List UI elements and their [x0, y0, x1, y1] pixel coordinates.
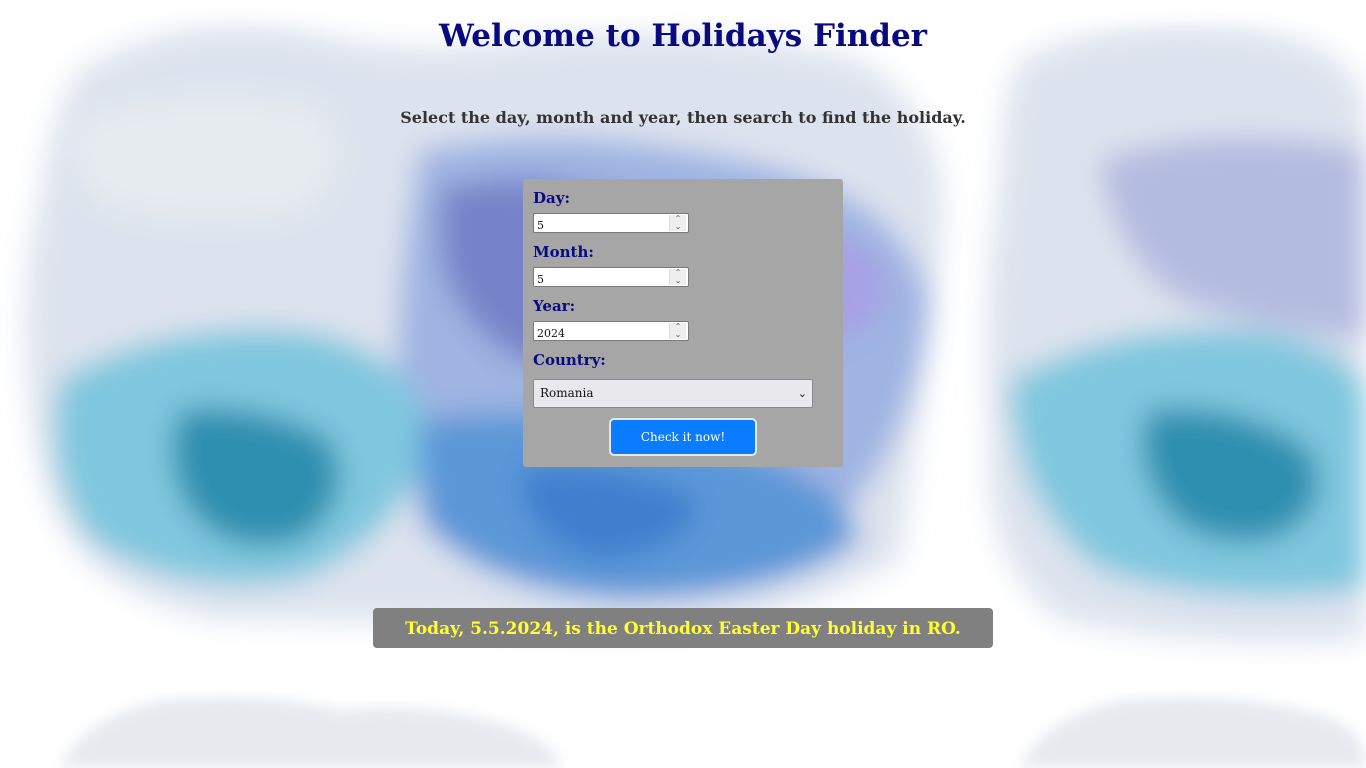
check-it-now-button[interactable]: Check it now!	[609, 418, 757, 456]
holiday-search-form: Day: ⌃⌄ Month: ⌃⌄ Year: ⌃⌄ Country: Roma…	[523, 179, 843, 467]
day-label: Day:	[533, 189, 570, 207]
year-input[interactable]	[534, 324, 667, 343]
holiday-result-message: Today, 5.5.2024, is the Orthodox Easter …	[373, 608, 993, 648]
day-input-wrapper: ⌃⌄	[533, 213, 689, 235]
day-input[interactable]	[534, 216, 667, 235]
day-spinner-icon[interactable]: ⌃ ⌄	[669, 215, 686, 231]
year-input-wrapper: ⌃⌄	[533, 321, 689, 343]
country-selected-value: Romania	[540, 386, 594, 400]
month-input[interactable]	[534, 270, 667, 289]
country-select[interactable]: Romania ⌄	[533, 379, 813, 408]
page-title: Welcome to Holidays Finder	[438, 18, 928, 54]
year-spinner-icon[interactable]: ⌃ ⌄	[669, 323, 686, 339]
chevron-down-icon: ⌄	[797, 387, 807, 400]
month-input-wrapper: ⌃⌄	[533, 267, 689, 289]
year-label: Year:	[533, 297, 576, 315]
month-spinner-icon[interactable]: ⌃ ⌄	[669, 269, 686, 285]
month-label: Month:	[533, 243, 594, 261]
page-instructions: Select the day, month and year, then sea…	[400, 108, 966, 127]
country-label: Country:	[533, 351, 606, 369]
